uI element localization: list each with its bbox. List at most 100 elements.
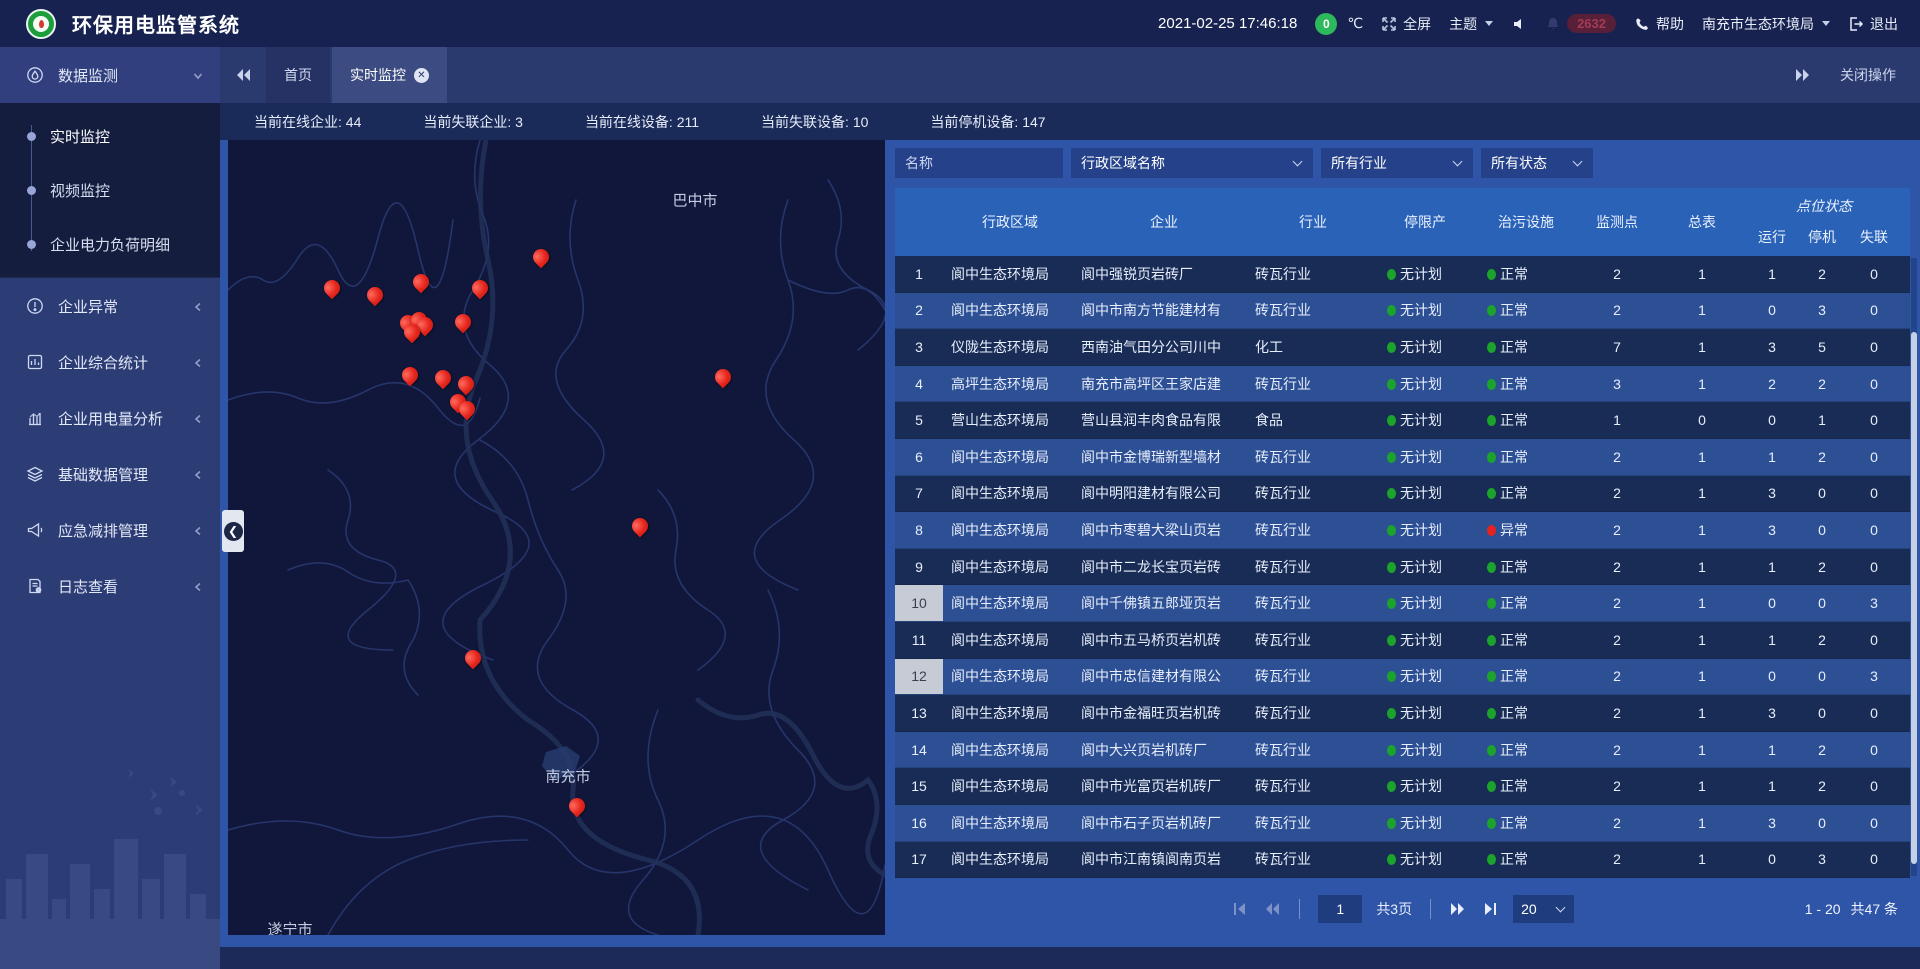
region-select[interactable]: 行政区域名称 <box>1071 148 1313 178</box>
tabs-scroll-right-button[interactable] <box>1794 67 1812 83</box>
status-select[interactable]: 所有状态 <box>1481 148 1593 178</box>
table-row[interactable]: 1阆中生态环境局阆中强锐页岩砖厂砖瓦行业无计划正常21120 <box>895 256 1910 293</box>
table-row[interactable]: 10阆中生态环境局阆中千佛镇五郎垭页岩砖瓦行业无计划正常21003 <box>895 585 1910 622</box>
table-row[interactable]: 15阆中生态环境局阆中市光富页岩机砖厂砖瓦行业无计划正常21120 <box>895 768 1910 805</box>
cell-facility-status: 正常 <box>1475 813 1577 833</box>
theme-dropdown[interactable]: 主题 <box>1449 14 1493 34</box>
table-row[interactable]: 17阆中生态环境局阆中市江南镇阆南页岩砖瓦行业无计划正常21030 <box>895 842 1910 879</box>
table-row[interactable]: 12阆中生态环境局阆中市忠信建材有限公砖瓦行业无计划正常21003 <box>895 659 1910 696</box>
sidebar-item-company-stats[interactable]: 企业综合统计 <box>0 334 220 390</box>
table-row[interactable]: 16阆中生态环境局阆中市石子页岩机砖厂砖瓦行业无计划正常21300 <box>895 805 1910 842</box>
cell-industry: 砖瓦行业 <box>1251 776 1375 796</box>
sidebar-collapse-handle[interactable]: ❮ <box>222 510 244 552</box>
sidebar-item-emergency[interactable]: 应急减排管理 <box>0 502 220 558</box>
sidebar-item-base-data[interactable]: 基础数据管理 <box>0 446 220 502</box>
cell-meters: 1 <box>1657 302 1747 318</box>
layers-icon <box>26 465 44 483</box>
cell-industry: 食品 <box>1251 410 1375 430</box>
page-number-input[interactable] <box>1318 895 1362 923</box>
double-chevron-left-icon <box>1264 902 1280 916</box>
status-dot-icon <box>1387 818 1396 829</box>
tab-首页[interactable]: 首页 <box>266 47 330 103</box>
last-page-button[interactable] <box>1481 901 1499 917</box>
sidebar-item-company-abnormal[interactable]: 企业异常 <box>0 278 220 334</box>
table-row[interactable]: 2阆中生态环境局阆中市南方节能建材有砖瓦行业无计划正常21030 <box>895 293 1910 330</box>
page-size-select[interactable]: 20 <box>1513 895 1574 923</box>
cell-run: 3 <box>1747 705 1797 721</box>
bullet-dot-icon <box>27 132 36 141</box>
table-row[interactable]: 3仪陇生态环境局西南油气田分公司川中化工无计划正常71350 <box>895 329 1910 366</box>
status-dot-icon <box>1487 745 1496 756</box>
table-row[interactable]: 13阆中生态环境局阆中市金福旺页岩机砖砖瓦行业无计划正常21300 <box>895 695 1910 732</box>
cell-stop: 2 <box>1797 559 1847 575</box>
industry-select[interactable]: 所有行业 <box>1321 148 1473 178</box>
table-row[interactable]: 5营山生态环境局营山县润丰肉食品有限食品无计划正常10010 <box>895 402 1910 439</box>
cell-stop: 5 <box>1797 339 1847 355</box>
notification-area[interactable]: 2632 <box>1545 14 1616 33</box>
row-number: 3 <box>895 329 943 365</box>
status-dot-icon <box>1387 305 1396 316</box>
name-search-input[interactable]: 名称 <box>895 148 1063 178</box>
sidebar-item-logs[interactable]: 日志查看 <box>0 558 220 614</box>
mute-button[interactable] <box>1511 16 1527 32</box>
cell-company: 阆中大兴页岩机砖厂 <box>1077 740 1251 760</box>
sidebar-item-data-monitor[interactable]: 数据监测 <box>0 47 220 103</box>
cell-stop: 2 <box>1797 632 1847 648</box>
sidebar-subitem[interactable]: 实时监控 <box>0 109 220 163</box>
cell-company: 阆中强锐页岩砖厂 <box>1077 264 1251 284</box>
cell-meters: 1 <box>1657 485 1747 501</box>
cell-stop: 2 <box>1797 266 1847 282</box>
first-page-button[interactable] <box>1231 901 1249 917</box>
table-row[interactable]: 6阆中生态环境局阆中市金博瑞新型墙材砖瓦行业无计划正常21120 <box>895 439 1910 476</box>
chevron-down-icon <box>1822 21 1830 26</box>
cell-region: 阆中生态环境局 <box>943 630 1077 650</box>
chevron-left-icon: ❮ <box>224 522 243 541</box>
table-scrollbar[interactable] <box>1911 258 1917 876</box>
next-page-button[interactable] <box>1449 901 1467 917</box>
table-row[interactable]: 14阆中生态环境局阆中大兴页岩机砖厂砖瓦行业无计划正常21120 <box>895 732 1910 769</box>
cell-stop: 2 <box>1797 376 1847 392</box>
close-operations-button[interactable]: 关闭操作 <box>1840 65 1896 85</box>
cell-run: 0 <box>1747 668 1797 684</box>
sidebar-subitem[interactable]: 企业电力负荷明细 <box>0 217 220 271</box>
help-button[interactable]: 帮助 <box>1634 14 1684 34</box>
tab-实时监控[interactable]: 实时监控✕ <box>332 47 447 103</box>
cell-meters: 1 <box>1657 339 1747 355</box>
table-header: 行政区域企业行业停限产治污设施监测点总表点位状态运行停机失联 <box>895 188 1910 256</box>
table-row[interactable]: 8阆中生态环境局阆中市枣碧大梁山页岩砖瓦行业无计划异常21300 <box>895 512 1910 549</box>
record-range-summary: 1 - 20共47 条 <box>1805 882 1898 935</box>
cell-run: 1 <box>1747 632 1797 648</box>
total-pages-label: 共3页 <box>1376 899 1412 919</box>
table-row[interactable]: 4高坪生态环境局南充市高坪区王家店建砖瓦行业无计划正常31220 <box>895 366 1910 403</box>
table-row[interactable]: 7阆中生态环境局阆中明阳建材有限公司砖瓦行业无计划正常21300 <box>895 476 1910 513</box>
close-icon[interactable]: ✕ <box>414 68 429 83</box>
logout-button[interactable]: 退出 <box>1848 14 1898 34</box>
status-dot-icon <box>1387 708 1396 719</box>
status-stat: 当前在线企业: 44 <box>254 112 361 132</box>
status-dot-icon <box>1487 854 1496 865</box>
table-row[interactable]: 9阆中生态环境局阆中市二龙长宝页岩砖砖瓦行业无计划正常21120 <box>895 549 1910 586</box>
map-panel[interactable]: 巴中市南充市遂宁市 <box>228 140 885 935</box>
table-body: 1阆中生态环境局阆中强锐页岩砖厂砖瓦行业无计划正常211202阆中生态环境局阆中… <box>895 256 1910 878</box>
org-dropdown[interactable]: 南充市生态环境局 <box>1702 14 1830 34</box>
pagination-bar: 共3页 20 1 - 20共47 条 <box>895 882 1910 935</box>
row-number: 1 <box>895 256 943 292</box>
row-number: 10 <box>895 585 943 621</box>
cell-company: 阆中明阳建材有限公司 <box>1077 483 1251 503</box>
column-header: 企业 <box>1077 188 1251 256</box>
table-row[interactable]: 11阆中生态环境局阆中市五马桥页岩机砖砖瓦行业无计划正常21120 <box>895 622 1910 659</box>
prev-page-button[interactable] <box>1263 901 1281 917</box>
cell-facility-status: 正常 <box>1475 703 1577 723</box>
megaphone-icon <box>26 521 44 539</box>
tabs-scroll-left-button[interactable] <box>220 47 266 103</box>
cell-meters: 1 <box>1657 668 1747 684</box>
status-dot-icon <box>1487 452 1496 463</box>
fullscreen-button[interactable]: 全屏 <box>1381 14 1431 34</box>
double-chevron-right-icon <box>1795 68 1811 82</box>
cell-lost: 0 <box>1847 851 1901 867</box>
sidebar-subitem[interactable]: 视频监控 <box>0 163 220 217</box>
cell-industry: 砖瓦行业 <box>1251 483 1375 503</box>
scrollbar-thumb[interactable] <box>1911 332 1917 863</box>
stat-label: 当前在线企业: <box>254 114 346 130</box>
sidebar-item-power-analysis[interactable]: 企业用电量分析 <box>0 390 220 446</box>
